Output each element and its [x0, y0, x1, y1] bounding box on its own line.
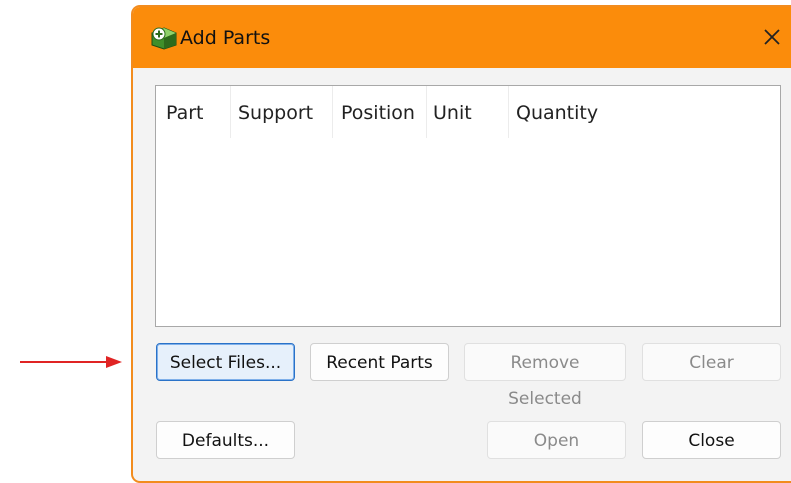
window-title: Add Parts	[180, 27, 271, 49]
column-header-unit[interactable]: Unit	[433, 96, 472, 130]
column-separator	[332, 86, 333, 138]
column-header-position[interactable]: Position	[341, 96, 415, 130]
column-separator	[230, 86, 231, 138]
column-header-quantity[interactable]: Quantity	[516, 96, 598, 130]
annotation-arrow	[20, 356, 122, 368]
close-button[interactable]: Close	[642, 421, 781, 459]
column-header-part[interactable]: Part	[166, 96, 204, 130]
defaults-button[interactable]: Defaults...	[156, 421, 295, 459]
column-separator	[426, 86, 427, 138]
add-parts-icon	[151, 27, 177, 50]
column-separator	[508, 86, 509, 138]
open-button[interactable]: Open	[487, 421, 626, 459]
column-header-support[interactable]: Support	[238, 96, 313, 130]
parts-list[interactable]: Part Support Position Unit Quantity	[155, 85, 781, 327]
close-icon[interactable]	[759, 24, 785, 50]
select-files-button[interactable]: Select Files...	[156, 343, 295, 381]
clear-button[interactable]: Clear	[642, 343, 781, 381]
remove-selected-button[interactable]: Remove Selected	[464, 343, 626, 409]
recent-parts-button[interactable]: Recent Parts	[310, 343, 449, 381]
title-bar: Add Parts	[133, 7, 791, 68]
add-parts-dialog: Add Parts Part Support Position Unit Qua…	[131, 5, 791, 483]
